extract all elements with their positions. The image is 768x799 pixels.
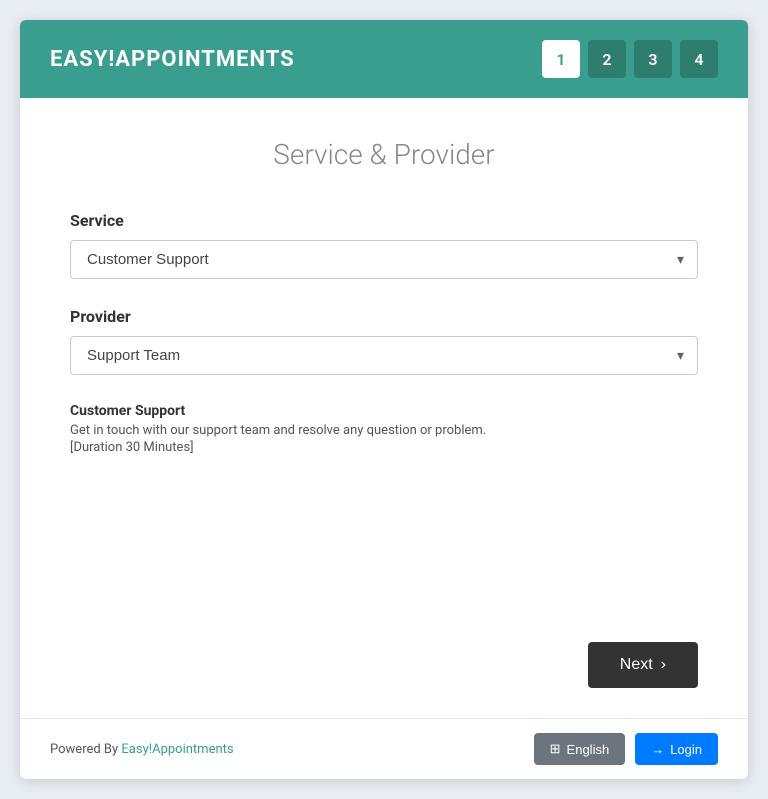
login-label: Login	[670, 742, 702, 757]
service-info-description: Get in touch with our support team and r…	[70, 423, 698, 438]
language-label: English	[567, 742, 610, 757]
header: EASY!APPOINTMENTS 1 2 3 4	[20, 20, 748, 98]
language-icon: ⊞	[550, 741, 561, 757]
footer: Powered By Easy!Appointments ⊞ English →…	[20, 718, 748, 779]
page-title: Service & Provider	[70, 138, 698, 171]
steps-container: 1 2 3 4	[542, 40, 718, 78]
login-button[interactable]: → Login	[635, 733, 718, 765]
login-icon: →	[651, 742, 664, 757]
service-label: Service	[70, 211, 698, 230]
service-field-group: Service Customer Support Technical Suppo…	[70, 211, 698, 279]
step-3[interactable]: 3	[634, 40, 672, 78]
next-icon: ›	[661, 656, 666, 674]
next-button[interactable]: Next ›	[588, 642, 698, 688]
next-button-label: Next	[620, 656, 653, 674]
provider-label: Provider	[70, 307, 698, 326]
service-select[interactable]: Customer Support Technical Support Billi…	[70, 240, 698, 279]
service-select-wrapper: Customer Support Technical Support Billi…	[70, 240, 698, 279]
step-4[interactable]: 4	[680, 40, 718, 78]
provider-field-group: Provider Support Team Agent 1 Agent 2 ▾	[70, 307, 698, 375]
footer-link[interactable]: Easy!Appointments	[121, 742, 233, 757]
app-title: EASY!APPOINTMENTS	[50, 47, 295, 72]
actions: Next ›	[70, 622, 698, 688]
form-section: Service Customer Support Technical Suppo…	[70, 211, 698, 622]
app-container: EASY!APPOINTMENTS 1 2 3 4 Service & Prov…	[20, 20, 748, 779]
service-info: Customer Support Get in touch with our s…	[70, 403, 698, 455]
step-2[interactable]: 2	[588, 40, 626, 78]
provider-select-wrapper: Support Team Agent 1 Agent 2 ▾	[70, 336, 698, 375]
main-content: Service & Provider Service Customer Supp…	[20, 98, 748, 718]
service-info-title: Customer Support	[70, 403, 698, 419]
step-1[interactable]: 1	[542, 40, 580, 78]
language-button[interactable]: ⊞ English	[534, 733, 626, 765]
footer-powered-by: Powered By Easy!Appointments	[50, 742, 234, 757]
provider-select[interactable]: Support Team Agent 1 Agent 2	[70, 336, 698, 375]
footer-right: ⊞ English → Login	[534, 733, 718, 765]
service-info-duration: [Duration 30 Minutes]	[70, 440, 698, 455]
